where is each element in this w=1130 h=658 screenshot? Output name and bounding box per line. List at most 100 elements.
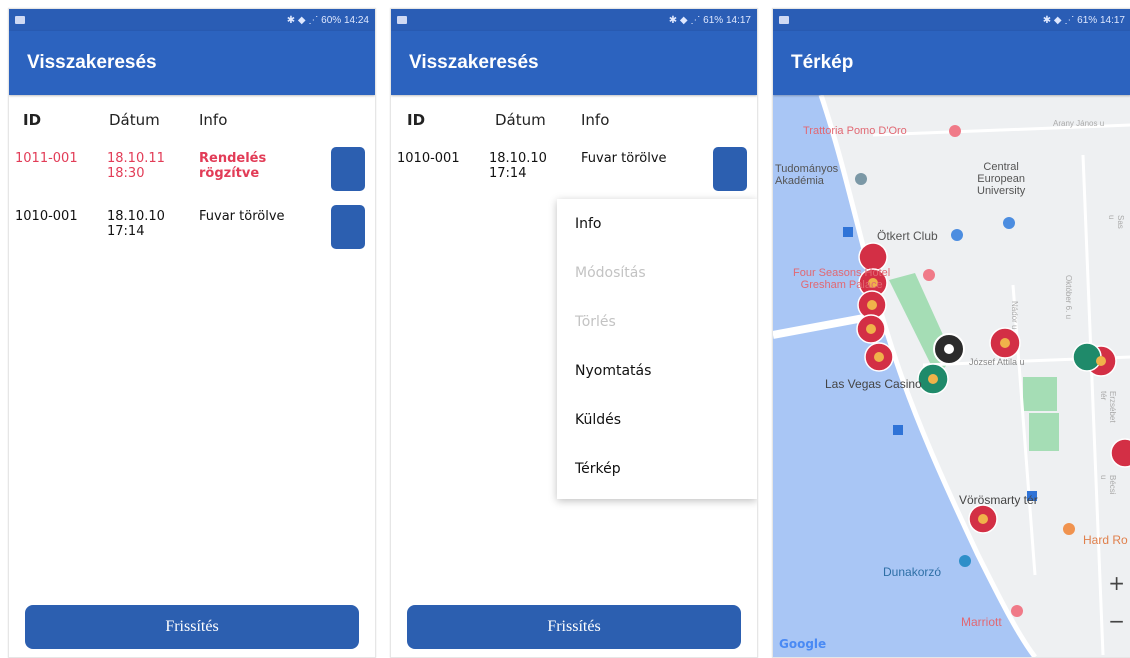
map-label-arany: Arany János u	[1053, 119, 1105, 128]
row-menu-button[interactable]	[713, 147, 747, 191]
context-menu: Info Módosítás Törlés Nyomtatás Küldés T…	[557, 199, 757, 499]
attraction-icon	[959, 555, 971, 567]
table-header: ID Dátum Info	[391, 95, 757, 141]
status-right: ✱ ◆ ⋰ 61% 14:17	[1043, 15, 1125, 26]
page-title: Visszakeresés	[27, 52, 157, 73]
row-menu-button[interactable]	[331, 147, 365, 191]
museum-icon	[855, 173, 867, 185]
menu-item-print[interactable]: Nyomtatás	[557, 346, 757, 395]
map-label-dunakorzo: Dunakorzó	[883, 565, 942, 579]
row-id: 1010-001	[15, 209, 78, 224]
app-bar: Visszakeresés	[391, 31, 757, 95]
pin-logo-icon	[978, 514, 988, 524]
map-label-vorosmarty: Vörösmarty tér	[959, 493, 1038, 507]
table-header: ID Dátum Info	[9, 95, 375, 141]
pin-logo-icon	[1000, 338, 1010, 348]
map-label-oktober: Október 6. u	[1064, 275, 1073, 320]
screen-search-list: ✱ ◆ ⋰ 60% 14:24 Visszakeresés ID Dátum I…	[8, 8, 376, 658]
refresh-button[interactable]: Frissítés	[407, 605, 741, 649]
status-bar: ✱ ◆ ⋰ 61% 14:17	[391, 9, 757, 31]
column-id-header: ID	[407, 111, 426, 129]
column-info-header: Info	[199, 111, 228, 129]
row-info: Rendelés rögzítve	[199, 151, 267, 181]
map-label-fourseasons: Four Seasons Hotel Gresham Palace	[793, 267, 891, 291]
menu-item-modify[interactable]: Módosítás	[557, 248, 757, 297]
table-row[interactable]: 1010-001 18.10.10 17:14 Fuvar törölve	[9, 199, 375, 257]
restaurant-icon	[1063, 523, 1075, 535]
pin-logo-icon	[928, 374, 938, 384]
gallery-icon	[397, 16, 407, 24]
table-row[interactable]: 1011-001 18.10.11 18:30 Rendelés rögzítv…	[9, 141, 375, 199]
pin-logo-icon	[1096, 356, 1106, 366]
status-right: ✱ ◆ ⋰ 60% 14:24	[287, 15, 369, 26]
park-block	[1029, 413, 1059, 451]
map-label-sas: Sas u	[1107, 215, 1125, 229]
status-bar: ✱ ◆ ⋰ 61% 14:17	[773, 9, 1130, 31]
app-bar: Térkép	[773, 31, 1130, 95]
university-icon	[1003, 217, 1015, 229]
park-block	[1023, 377, 1057, 411]
hotel-icon	[1011, 605, 1023, 617]
status-time: 14:24	[343, 14, 369, 26]
map-label-jozsef: József Attila u	[969, 357, 1025, 367]
column-id-header: ID	[23, 111, 42, 129]
app-bar: Visszakeresés	[9, 31, 375, 95]
row-date: 18.10.10 17:14	[489, 151, 547, 181]
zoom-in-button[interactable]: +	[1108, 571, 1125, 595]
column-date-header: Dátum	[109, 111, 160, 129]
status-icons: ✱ ◆ ⋰	[668, 14, 701, 26]
gallery-icon	[15, 16, 25, 24]
row-info: Fuvar törölve	[199, 209, 285, 224]
row-info: Fuvar törölve	[581, 151, 667, 166]
parking-icon	[843, 227, 853, 237]
row-id: 1011-001	[15, 151, 78, 166]
hotel-icon	[923, 269, 935, 281]
google-logo: Google	[779, 637, 827, 651]
status-icons: ✱ ◆ ⋰	[286, 14, 319, 26]
status-time: 14:17	[725, 14, 751, 26]
battery-level: 61%	[1077, 14, 1098, 26]
pin-logo-icon	[867, 300, 877, 310]
menu-item-delete[interactable]: Törlés	[557, 297, 757, 346]
row-date: 18.10.10 17:14	[107, 209, 165, 239]
parking-icon	[893, 425, 903, 435]
status-bar: ✱ ◆ ⋰ 60% 14:24	[9, 9, 375, 31]
map-label-hardrock: Hard Ro	[1083, 533, 1128, 547]
row-date: 18.10.11 18:30	[107, 151, 165, 181]
map-label-nador: Nádor u	[1010, 301, 1019, 330]
zoom-out-button[interactable]: −	[1108, 609, 1125, 633]
map-label-lasvegas: Las Vegas Casino	[825, 377, 922, 391]
pin-logo-icon	[866, 324, 876, 334]
gallery-icon	[779, 16, 789, 24]
menu-item-send[interactable]: Küldés	[557, 395, 757, 444]
pin-logo-icon	[874, 352, 884, 362]
battery-level: 60%	[321, 14, 342, 26]
page-title: Visszakeresés	[409, 52, 539, 73]
current-location-pin[interactable]	[933, 333, 965, 365]
column-date-header: Dátum	[495, 111, 546, 129]
map-label-ceu: Central European University	[977, 161, 1026, 197]
map-view[interactable]: Trattoria Pomo D'Oro Tudományos Akadémia…	[773, 95, 1130, 657]
menu-item-info[interactable]: Info	[557, 199, 757, 248]
status-time: 14:17	[1099, 14, 1125, 26]
map-label-trattoria: Trattoria Pomo D'Oro	[803, 125, 907, 137]
column-info-header: Info	[581, 111, 610, 129]
refresh-button[interactable]: Frissítés	[25, 605, 359, 649]
location-pin-icon[interactable]	[1072, 342, 1102, 372]
map-label-becsi: Bécsi u	[1099, 475, 1117, 495]
map-label-otkert: Ötkert Club	[877, 229, 938, 243]
row-menu-button[interactable]	[331, 205, 365, 249]
restaurant-icon	[949, 125, 961, 137]
battery-level: 61%	[703, 14, 724, 26]
map-label-marriott: Marriott	[961, 615, 1002, 629]
map-label-akademia: Tudományos Akadémia	[775, 163, 839, 187]
status-icons: ✱ ◆ ⋰	[1042, 14, 1075, 26]
menu-item-map[interactable]: Térkép	[557, 444, 757, 493]
club-icon	[951, 229, 963, 241]
current-location-dot	[944, 344, 954, 354]
row-id: 1010-001	[397, 151, 460, 166]
screen-map: ✱ ◆ ⋰ 61% 14:17 Térkép Trattoria Pomo D'…	[772, 8, 1130, 658]
table-row[interactable]: 1010-001 18.10.10 17:14 Fuvar törölve	[391, 141, 757, 199]
map-label-erzsebet: Erzsébet tér	[1099, 391, 1117, 423]
status-right: ✱ ◆ ⋰ 61% 14:17	[669, 15, 751, 26]
